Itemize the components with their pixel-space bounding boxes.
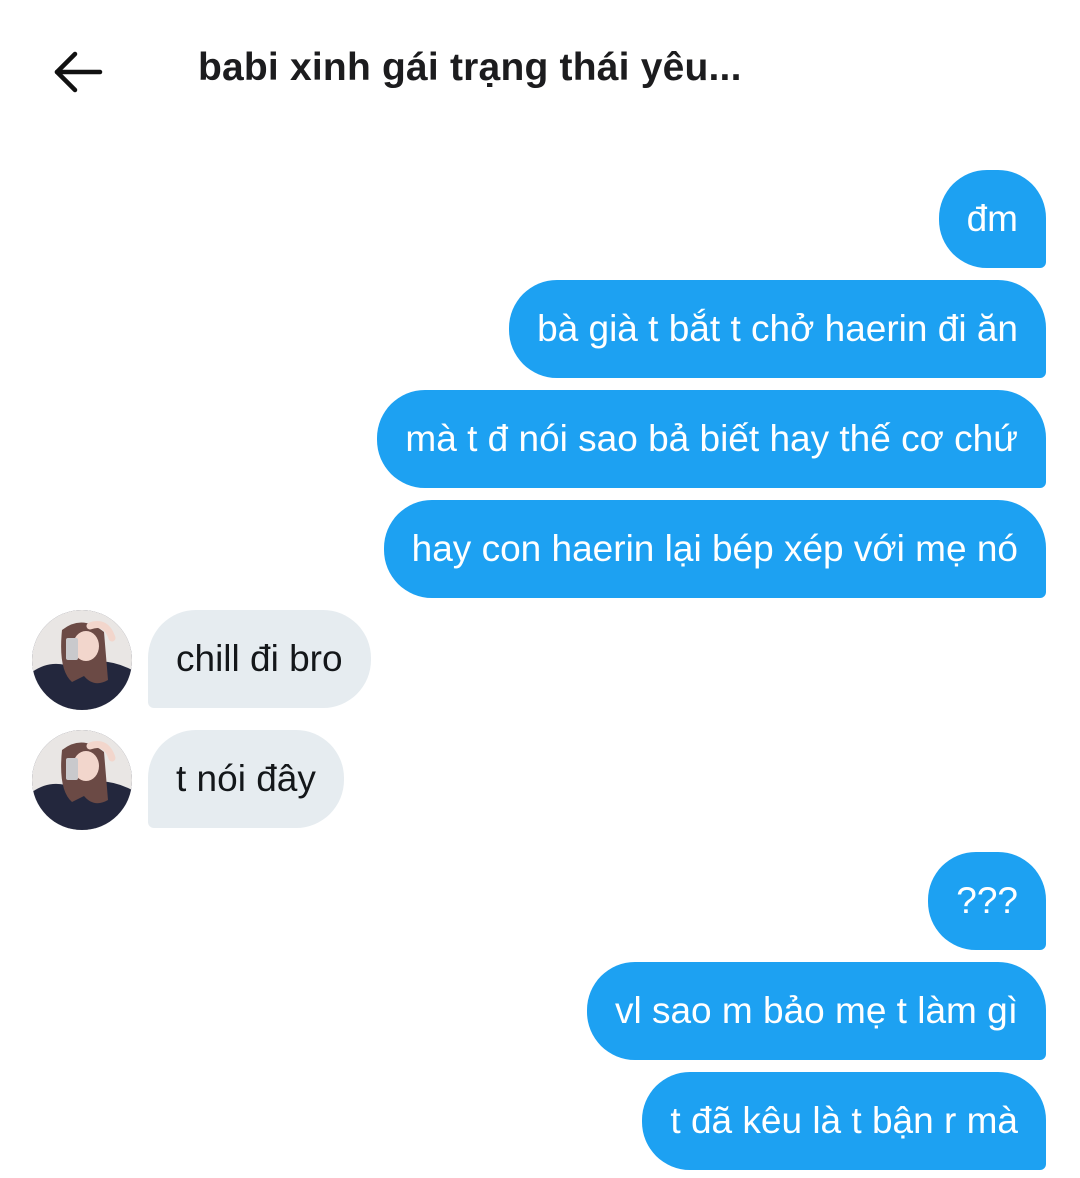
message-bubble-outgoing[interactable]: vl sao m bảo mẹ t làm gì xyxy=(586,962,1046,1060)
message-bubble-outgoing[interactable]: ??? xyxy=(928,852,1046,950)
back-button[interactable] xyxy=(48,44,108,100)
message-bubble-incoming[interactable]: chill đi bro xyxy=(148,610,371,708)
avatar[interactable] xyxy=(32,730,132,830)
message-bubble-outgoing[interactable]: mà t đ nói sao bả biết hay thế cơ chứ xyxy=(377,390,1046,488)
conversation-title: babi xinh gái trạng thái yêu... xyxy=(198,46,742,89)
message-bubble-incoming[interactable]: t nói đây xyxy=(148,730,344,828)
message-bubble-outgoing[interactable]: đm xyxy=(938,170,1046,268)
avatar-image xyxy=(32,730,132,830)
avatar-image xyxy=(32,610,132,710)
message-bubble-outgoing[interactable]: t đã kêu là t bận r mà xyxy=(642,1072,1046,1170)
arrow-left-icon xyxy=(54,51,103,93)
message-bubble-outgoing[interactable]: hay con haerin lại bép xép với mẹ nó xyxy=(383,500,1046,598)
avatar[interactable] xyxy=(32,610,132,710)
conversation-header: babi xinh gái trạng thái yêu... xyxy=(0,0,1080,140)
message-bubble-outgoing[interactable]: bà già t bắt t chở haerin đi ăn xyxy=(509,280,1046,378)
